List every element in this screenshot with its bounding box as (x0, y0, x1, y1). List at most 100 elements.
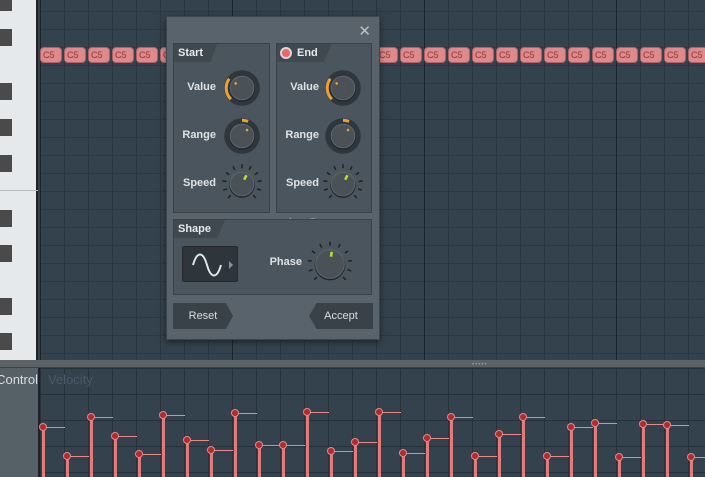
note[interactable]: C5 (568, 47, 590, 63)
note[interactable]: C5 (112, 47, 134, 63)
black-key[interactable] (0, 0, 12, 11)
velocity-handle[interactable] (495, 430, 503, 438)
velocity-handle[interactable] (663, 421, 671, 429)
velocity-bar[interactable] (234, 413, 237, 477)
black-key[interactable] (0, 210, 12, 227)
velocity-bar[interactable] (162, 415, 165, 477)
phase-knob[interactable] (306, 240, 354, 288)
note[interactable]: C5 (496, 47, 518, 63)
velocity-bar[interactable] (90, 417, 93, 477)
note[interactable]: C5 (40, 47, 62, 63)
shape-selector[interactable] (182, 246, 238, 282)
end-value-knob[interactable] (323, 68, 363, 108)
note[interactable]: C5 (520, 47, 542, 63)
black-key[interactable] (0, 333, 12, 350)
black-key[interactable] (0, 155, 12, 172)
velocity-handle[interactable] (39, 423, 47, 431)
velocity-handle[interactable] (567, 423, 575, 431)
velocity-handle[interactable] (135, 450, 143, 458)
velocity-bar[interactable] (570, 427, 573, 477)
end-range-label: Range (285, 129, 319, 141)
velocity-editor[interactable]: Velocity (38, 368, 705, 477)
black-key[interactable] (0, 298, 12, 315)
black-key[interactable] (0, 245, 12, 262)
velocity-handle[interactable] (399, 449, 407, 457)
start-range-label: Range (182, 129, 216, 141)
velocity-handle[interactable] (231, 409, 239, 417)
velocity-handle[interactable] (615, 453, 623, 461)
reset-button[interactable]: Reset (173, 303, 233, 329)
velocity-bar[interactable] (450, 417, 453, 477)
panel-splitter[interactable]: ••••• (0, 360, 705, 368)
note[interactable]: C5 (592, 47, 614, 63)
velocity-bar[interactable] (306, 412, 309, 477)
black-key[interactable] (0, 29, 12, 46)
velocity-handle[interactable] (639, 420, 647, 428)
velocity-handle[interactable] (447, 413, 455, 421)
velocity-handle[interactable] (159, 411, 167, 419)
note[interactable]: C5 (472, 47, 494, 63)
velocity-handle[interactable] (471, 452, 479, 460)
velocity-handle[interactable] (303, 408, 311, 416)
velocity-tail (45, 427, 65, 428)
velocity-tail (645, 424, 665, 425)
velocity-bar[interactable] (114, 436, 117, 477)
velocity-bar[interactable] (426, 438, 429, 477)
velocity-tail (381, 412, 401, 413)
control-label[interactable]: Control ▸ (0, 372, 38, 388)
velocity-bar[interactable] (378, 412, 381, 477)
velocity-tail (69, 456, 89, 457)
note[interactable]: C5 (64, 47, 86, 63)
velocity-handle[interactable] (687, 453, 695, 461)
velocity-handle[interactable] (591, 419, 599, 427)
velocity-handle[interactable] (351, 438, 359, 446)
velocity-bar[interactable] (258, 445, 261, 477)
piano-keyboard[interactable] (0, 0, 38, 360)
black-key[interactable] (0, 83, 12, 100)
note[interactable]: C5 (88, 47, 110, 63)
velocity-handle[interactable] (111, 432, 119, 440)
velocity-handle[interactable] (423, 434, 431, 442)
end-enable-toggle[interactable] (280, 47, 292, 59)
velocity-handle[interactable] (519, 413, 527, 421)
note[interactable]: C5 (544, 47, 566, 63)
velocity-handle[interactable] (279, 441, 287, 449)
velocity-handle[interactable] (543, 452, 551, 460)
velocity-handle[interactable] (255, 441, 263, 449)
velocity-bar[interactable] (498, 434, 501, 477)
note[interactable]: C5 (640, 47, 662, 63)
end-speed-knob[interactable] (323, 164, 363, 204)
end-range-knob[interactable] (323, 116, 363, 156)
start-range-knob[interactable] (222, 116, 262, 156)
velocity-handle[interactable] (87, 413, 95, 421)
velocity-tail (261, 445, 281, 446)
velocity-handle[interactable] (327, 447, 335, 455)
velocity-handle[interactable] (375, 408, 383, 416)
note[interactable]: C5 (424, 47, 446, 63)
note[interactable]: C5 (448, 47, 470, 63)
velocity-bar[interactable] (642, 424, 645, 477)
note[interactable]: C5 (664, 47, 686, 63)
velocity-handle[interactable] (207, 446, 215, 454)
accept-button[interactable]: Accept (309, 303, 373, 329)
black-key[interactable] (0, 119, 12, 136)
note[interactable]: C5 (688, 47, 705, 63)
velocity-handle[interactable] (183, 436, 191, 444)
close-icon[interactable]: ✕ (358, 22, 371, 40)
velocity-bar[interactable] (354, 442, 357, 477)
start-speed-knob[interactable] (222, 164, 262, 204)
velocity-bar[interactable] (42, 427, 45, 477)
velocity-bar[interactable] (282, 445, 285, 477)
start-value-knob[interactable] (222, 68, 262, 108)
note[interactable]: C5 (616, 47, 638, 63)
velocity-bar[interactable] (522, 417, 525, 477)
velocity-bar[interactable] (666, 425, 669, 477)
velocity-bar[interactable] (210, 450, 213, 477)
velocity-bar[interactable] (186, 440, 189, 477)
velocity-bar[interactable] (594, 423, 597, 477)
velocity-handle[interactable] (63, 452, 71, 460)
velocity-tail (429, 438, 449, 439)
note[interactable]: C5 (400, 47, 422, 63)
note[interactable]: C5 (136, 47, 158, 63)
control-selector[interactable]: Control ▸ (0, 368, 38, 477)
